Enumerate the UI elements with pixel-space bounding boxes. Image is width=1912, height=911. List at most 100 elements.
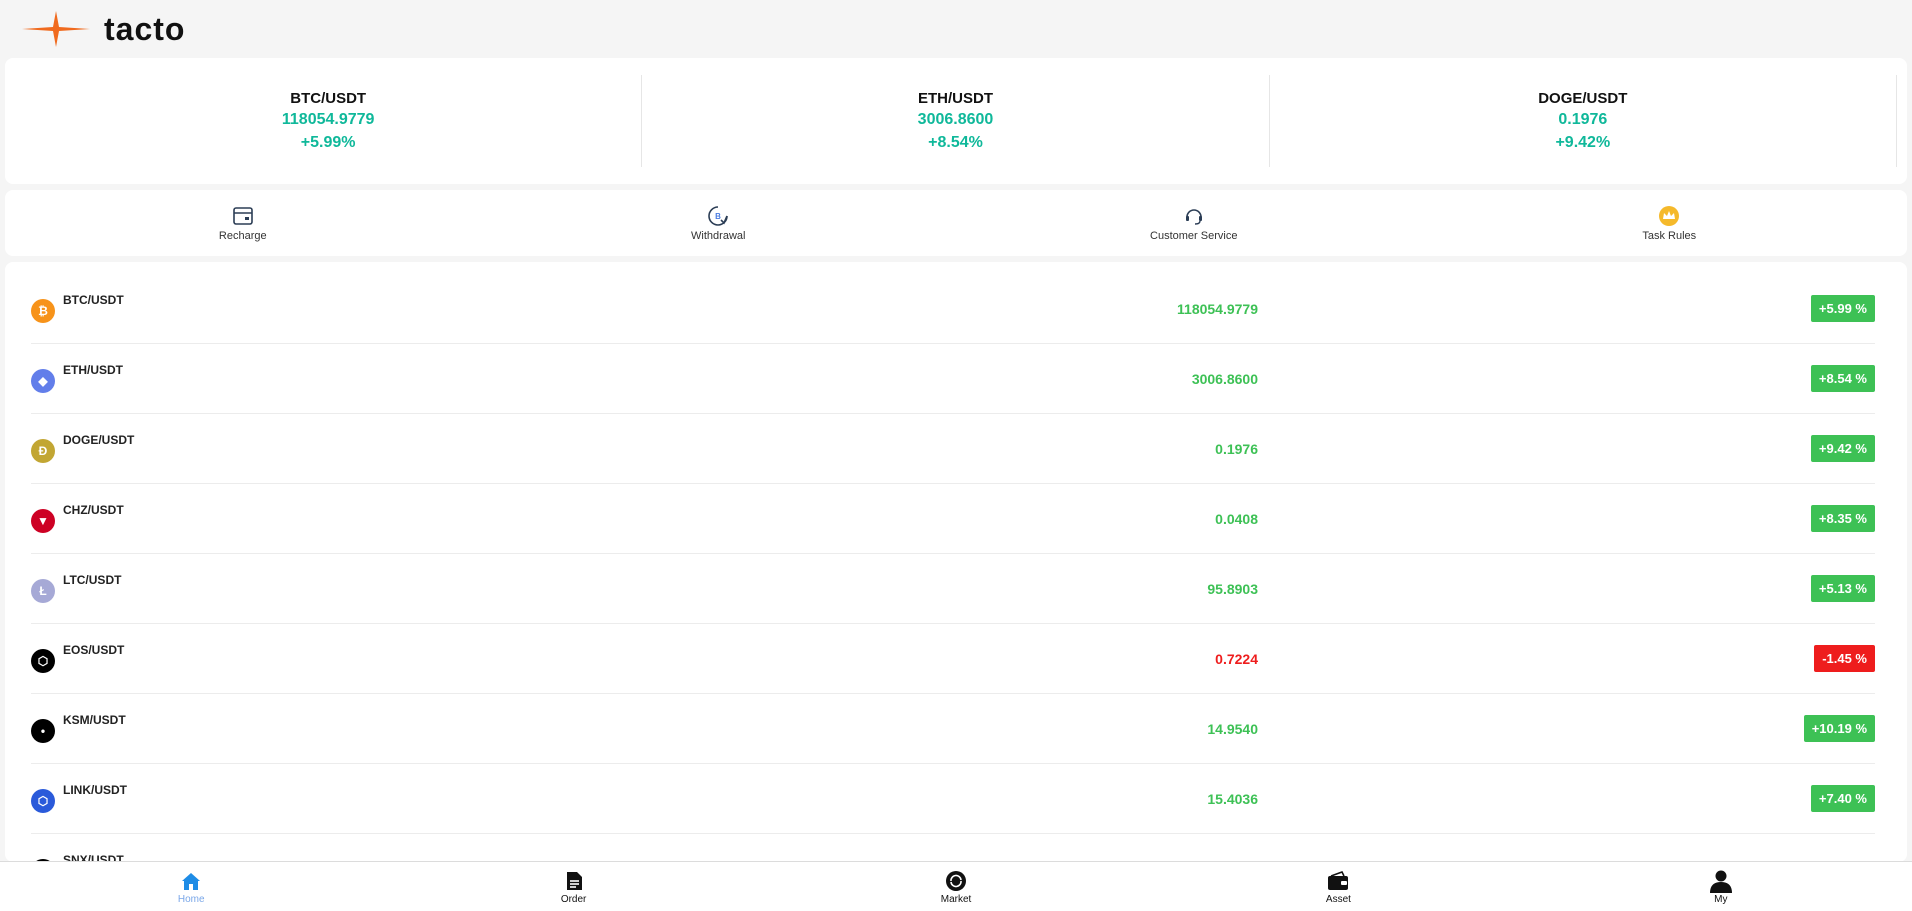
home-icon xyxy=(179,869,203,893)
change-cell: +7.40 % xyxy=(1263,785,1875,812)
coin-price: 118054.9779 xyxy=(1177,300,1258,317)
coin-logo-icon: ◆ xyxy=(31,368,55,393)
customer-service-button[interactable]: Customer Service xyxy=(956,204,1432,242)
coin-cell: ⬡ LINK/USDT xyxy=(31,782,631,813)
market-row[interactable]: ⬡ LINK/USDT 15.4036 +7.40 % xyxy=(31,764,1875,834)
document-icon xyxy=(562,869,586,893)
wallet-card-icon xyxy=(231,204,255,228)
change-cell: +9.42 % xyxy=(1263,435,1875,462)
coin-logo-icon: • xyxy=(31,718,55,743)
nav-asset[interactable]: Asset xyxy=(1147,862,1529,911)
sparkle-logo-icon xyxy=(22,11,90,47)
market-icon xyxy=(944,869,968,893)
market-row[interactable]: • KSM/USDT 14.9540 +10.19 % xyxy=(31,694,1875,764)
ticker-pair: DOGE/USDT xyxy=(1538,90,1628,107)
coin-price: 0.0408 xyxy=(1215,510,1258,527)
bitcoin-withdraw-icon: B xyxy=(706,204,730,228)
coin-logo-icon: ▼ xyxy=(31,508,55,533)
ticker-pair: BTC/USDT xyxy=(290,90,367,107)
ticker-change: +9.42% xyxy=(1555,134,1611,151)
coin-logo-icon: Ł xyxy=(31,578,55,603)
withdrawal-label: Withdrawal xyxy=(691,230,746,242)
withdrawal-button[interactable]: B Withdrawal xyxy=(481,204,957,242)
market-row[interactable]: SNX/USDT xyxy=(31,834,1875,862)
nav-my-label: My xyxy=(1714,893,1728,905)
ticker-price: 0.1976 xyxy=(1558,111,1608,128)
ticker-change: +8.54% xyxy=(928,134,983,151)
brand-name: tacto xyxy=(104,10,186,47)
coin-cell: Ð DOGE/USDT xyxy=(31,432,631,463)
ticker-change: +5.99% xyxy=(300,134,356,151)
coin-logo-icon: Ð xyxy=(31,438,55,463)
coin-pair: KSM/USDT xyxy=(63,712,126,727)
nav-order[interactable]: Order xyxy=(382,862,764,911)
coin-price: 0.1976 xyxy=(1215,440,1258,457)
coin-logo-icon: ⬡ xyxy=(31,648,55,673)
coin-price: 15.4036 xyxy=(1207,790,1258,807)
ticker-card[interactable]: DOGE/USDT 0.1976 +9.42% xyxy=(1270,75,1897,167)
nav-home-label: Home xyxy=(177,893,205,905)
ticker-pair: ETH/USDT xyxy=(917,90,993,107)
change-cell: -1.45 % xyxy=(1263,645,1875,672)
coin-pair: BTC/USDT xyxy=(63,292,124,307)
ticker-card[interactable]: BTC/USDT 118054.9779 +5.99% xyxy=(15,75,643,167)
top-bar: tacto xyxy=(0,0,1912,58)
coin-cell: ⬡ EOS/USDT xyxy=(31,642,631,673)
change-cell: +8.35 % xyxy=(1263,505,1875,532)
coin-price: 3006.8600 xyxy=(1191,370,1258,387)
market-row[interactable]: ₿ BTC/USDT 118054.9779 +5.99 % xyxy=(31,274,1875,344)
market-row[interactable]: ◆ ETH/USDT 3006.8600 +8.54 % xyxy=(31,344,1875,414)
coin-cell: Ł LTC/USDT xyxy=(31,572,631,603)
coin-pair: LTC/USDT xyxy=(63,572,122,587)
ticker-price: 118054.9779 xyxy=(281,111,375,128)
change-badge: +8.54 % xyxy=(1810,365,1875,392)
market-list: ₿ BTC/USDT 118054.9779 +5.99 % ◆ ETH/USDT 3006… xyxy=(5,262,1907,862)
coin-price: 95.8903 xyxy=(1207,580,1258,597)
market-row[interactable]: Ł LTC/USDT 95.8903 +5.13 % xyxy=(31,554,1875,624)
recharge-button[interactable]: Recharge xyxy=(5,204,481,242)
ticker-summary: BTC/USDT 118054.9779 +5.99% ETH/USDT 300… xyxy=(5,58,1907,184)
nav-asset-label: Asset xyxy=(1325,893,1351,905)
market-row[interactable]: ▼ CHZ/USDT 0.0408 +8.35 % xyxy=(31,484,1875,554)
crown-icon xyxy=(1657,204,1681,228)
task-rules-button[interactable]: Task Rules xyxy=(1432,204,1908,242)
change-badge: +10.19 % xyxy=(1803,715,1875,742)
coin-logo-icon: ⬡ xyxy=(31,788,55,813)
coin-pair: EOS/USDT xyxy=(63,642,125,657)
svg-text:B: B xyxy=(715,212,721,221)
quick-actions: Recharge B Withdrawal Customer Service T… xyxy=(5,190,1907,256)
nav-market[interactable]: Market xyxy=(765,862,1147,911)
ticker-price: 3006.8600 xyxy=(917,111,994,128)
coin-logo-icon: ₿ xyxy=(31,298,55,323)
nav-home[interactable]: Home xyxy=(0,862,382,911)
task-rules-label: Task Rules xyxy=(1642,230,1697,242)
headset-icon xyxy=(1182,204,1206,228)
change-cell: +5.99 % xyxy=(1263,295,1875,322)
coin-pair: LINK/USDT xyxy=(63,782,127,797)
change-cell: +8.54 % xyxy=(1263,365,1875,392)
change-badge: +5.13 % xyxy=(1810,575,1875,602)
coin-cell: ▼ CHZ/USDT xyxy=(31,502,631,533)
coin-pair: CHZ/USDT xyxy=(63,502,124,517)
change-badge: +8.35 % xyxy=(1810,505,1875,532)
wallet-icon xyxy=(1326,869,1350,893)
coin-pair: DOGE/USDT xyxy=(63,432,135,447)
coin-price: 14.9540 xyxy=(1207,720,1258,737)
ticker-card[interactable]: ETH/USDT 3006.8600 +8.54% xyxy=(642,75,1270,167)
change-badge: -1.45 % xyxy=(1814,645,1875,672)
coin-price: 0.7224 xyxy=(1215,650,1258,667)
coin-cell: ◆ ETH/USDT xyxy=(31,362,631,393)
change-badge: +5.99 % xyxy=(1810,295,1875,322)
brand-logo[interactable]: tacto xyxy=(20,9,185,49)
recharge-label: Recharge xyxy=(218,230,267,242)
change-cell: +10.19 % xyxy=(1263,715,1875,742)
coin-cell: ₿ BTC/USDT xyxy=(31,292,631,323)
nav-market-label: Market xyxy=(940,893,972,905)
market-row[interactable]: ⬡ EOS/USDT 0.7224 -1.45 % xyxy=(31,624,1875,694)
market-row[interactable]: Ð DOGE/USDT 0.1976 +9.42 % xyxy=(31,414,1875,484)
coin-pair: ETH/USDT xyxy=(63,362,123,377)
change-cell: +5.13 % xyxy=(1263,575,1875,602)
user-icon xyxy=(1709,869,1733,893)
nav-my[interactable]: My xyxy=(1530,862,1912,911)
customer-service-label: Customer Service xyxy=(1150,230,1238,242)
